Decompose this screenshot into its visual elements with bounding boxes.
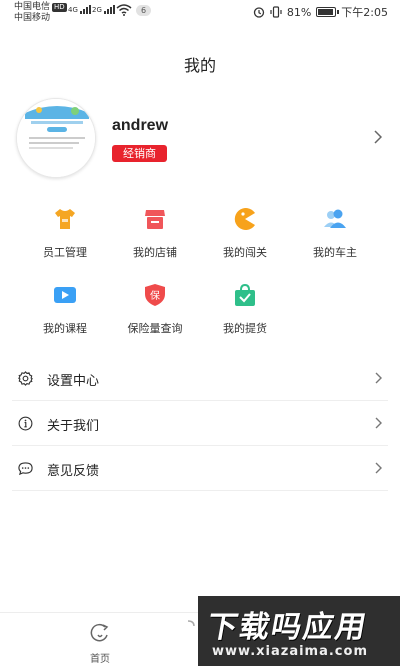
tab-home-label: 首页 [90,654,110,665]
profile-card[interactable]: andrew 经销商 [0,98,400,182]
battery-percent: 81% [286,5,312,19]
carrier-info: 中国电信 HD 中国移动 [14,2,67,24]
username: andrew [112,117,169,134]
role-badge: 经销商 [112,145,167,162]
avatar[interactable] [16,98,96,178]
carrier-1: 中国电信 [14,2,51,12]
bag-icon [235,283,255,306]
menu-item-settings[interactable]: 设置中心 [12,356,388,401]
network-type-1: 4G [68,6,78,14]
menu-label: 意见反馈 [47,464,100,479]
tab-icon[interactable] [186,619,196,633]
notification-count: 6 [136,5,152,16]
wifi-icon [116,4,132,16]
message-icon [18,462,33,476]
gear-icon [18,371,33,386]
grid-label: 员工管理 [43,246,87,259]
grid-label: 我的课程 [43,322,87,335]
grid-item-staff[interactable]: 员工管理 [20,206,110,260]
grid-item-courses[interactable]: 我的课程 [20,282,110,336]
tshirt-icon [55,209,75,229]
pacman-icon [234,208,255,230]
chevron-right-icon [375,417,382,429]
watermark: 下载吗应用 www.xiazaima.com [198,596,400,666]
home-icon [90,623,109,642]
grid-item-owners[interactable]: 我的车主 [290,206,380,260]
tab-home[interactable]: 首页 [72,623,128,665]
menu-label: 设置中心 [47,374,100,389]
status-right: 81% 下午2:05 [253,4,388,20]
status-bar: 中国电信 HD 中国移动 4G 2G 6 81% 下午2:05 [0,0,400,26]
settings-menu: 设置中心 关于我们 意见反馈 [12,356,388,491]
grid-label: 我的闯关 [223,246,267,259]
vibrate-icon [270,6,282,18]
grid-label: 保险量查询 [127,322,183,335]
users-icon [324,209,346,228]
grid-item-challenge[interactable]: 我的闯关 [200,206,290,260]
grid-item-pickup[interactable]: 我的提货 [200,282,290,336]
shield-char: 保 [150,289,160,302]
shield-icon: 保 [145,284,165,306]
info-icon [18,416,33,431]
carrier-2: 中国移动 [14,13,51,23]
avatar-image [17,99,95,177]
network-type-2: 2G [92,6,102,14]
hd-badge: HD [52,3,67,12]
watermark-title: 下载吗应用 [204,610,371,645]
grid-label: 我的车主 [313,246,357,259]
watermark-url: www.xiazaima.com [212,644,368,659]
grid-item-store[interactable]: 我的店铺 [110,206,200,260]
video-icon [54,287,76,303]
alarm-icon [253,7,264,18]
clock: 下午2:05 [341,6,388,19]
menu-item-about[interactable]: 关于我们 [12,401,388,446]
battery-icon [316,7,340,17]
chevron-right-icon[interactable] [374,130,382,144]
store-icon [145,210,165,229]
grid-label: 我的店铺 [133,246,177,259]
page-title: 我的 [183,56,216,75]
menu-item-feedback[interactable]: 意见反馈 [12,446,388,491]
menu-label: 关于我们 [47,419,100,434]
grid-item-insurance[interactable]: 保 保险量查询 [110,282,200,336]
signal-icon-2: 2G [92,5,116,14]
grid-label: 我的提货 [223,322,267,335]
chevron-right-icon [375,372,382,384]
chevron-right-icon [375,462,382,474]
signal-icon: 4G [68,5,92,14]
